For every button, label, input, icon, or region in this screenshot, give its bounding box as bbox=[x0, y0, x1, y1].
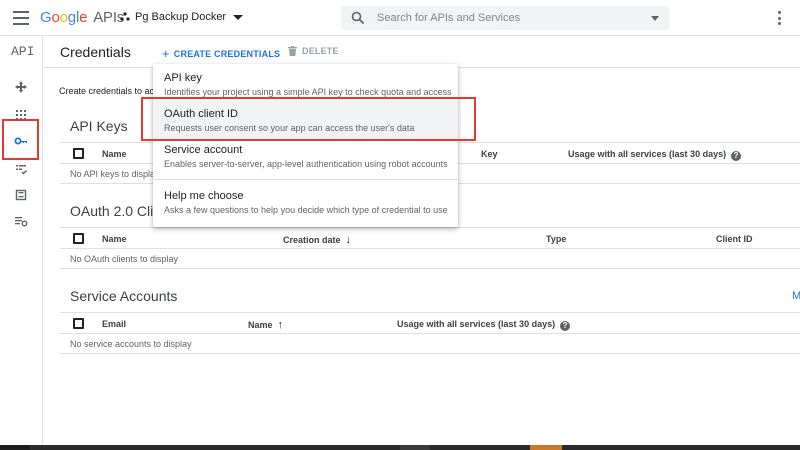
menu-item-desc: Requests user consent so your app can ac… bbox=[164, 123, 415, 133]
manage-service-accounts-link[interactable]: M bbox=[792, 290, 800, 302]
column-header-label: Usage with all services (last 30 days) bbox=[568, 149, 727, 159]
menu-item-title: API key bbox=[164, 72, 202, 84]
service-accounts-title: Service Accounts bbox=[70, 288, 178, 304]
column-header-label: Creation date bbox=[283, 235, 341, 245]
menu-item-oauth-client-id[interactable]: OAuth client ID Requests user consent so… bbox=[153, 100, 458, 140]
help-icon[interactable]: ? bbox=[731, 151, 742, 161]
more-vert-icon[interactable] bbox=[778, 11, 782, 25]
hamburger-icon[interactable] bbox=[13, 11, 29, 25]
column-header[interactable]: Usage with all services (last 30 days)? bbox=[568, 149, 742, 161]
delete-label: DELETE bbox=[302, 46, 339, 56]
domain-verification-icon[interactable] bbox=[14, 162, 28, 176]
create-credentials-label: CREATE CREDENTIALS bbox=[173, 48, 281, 59]
delete-button[interactable]: DELETE bbox=[288, 46, 339, 56]
select-all-checkbox[interactable] bbox=[73, 148, 84, 159]
select-all-checkbox[interactable] bbox=[73, 233, 84, 244]
empty-row: No OAuth clients to display bbox=[60, 249, 800, 269]
trash-icon bbox=[288, 46, 297, 56]
search-icon bbox=[351, 11, 365, 25]
plus-icon: + bbox=[162, 46, 170, 61]
menu-item-title: Service account bbox=[164, 144, 243, 156]
empty-row: No service accounts to display bbox=[60, 334, 800, 354]
oauth-title: OAuth 2.0 Clie bbox=[70, 203, 162, 219]
api-keys-title: API Keys bbox=[70, 118, 128, 134]
oauth-table-header: Name Creation date ↓ Type Client ID bbox=[60, 227, 800, 249]
column-header[interactable]: Client ID bbox=[716, 234, 753, 244]
top-app-bar: Google APIs Pg Backup Docker bbox=[0, 0, 800, 36]
dashboard-diamond-icon[interactable] bbox=[14, 80, 28, 94]
menu-item-title: OAuth client ID bbox=[164, 108, 238, 120]
column-header[interactable]: Usage with all services (last 30 days)? bbox=[397, 319, 571, 331]
column-header-label: Name bbox=[248, 320, 273, 330]
select-all-checkbox[interactable] bbox=[73, 318, 84, 329]
create-credentials-menu: API key Identifies your project using a … bbox=[153, 64, 458, 227]
menu-item-desc: Asks a few questions to help you decide … bbox=[164, 205, 448, 215]
create-credentials-button[interactable]: + CREATE CREDENTIALS bbox=[162, 46, 280, 61]
taskbar-segment bbox=[400, 445, 430, 450]
column-header[interactable]: Name bbox=[102, 149, 127, 159]
taskbar-segment bbox=[0, 445, 30, 450]
project-selector[interactable]: Pg Backup Docker bbox=[120, 11, 244, 23]
menu-item-desc: Enables server-to-server, app-level auth… bbox=[164, 159, 448, 169]
menu-item-help-me-choose[interactable]: Help me choose Asks a few questions to h… bbox=[153, 190, 458, 222]
search-bar[interactable] bbox=[341, 6, 669, 30]
bottom-taskbar bbox=[0, 445, 800, 450]
column-header[interactable]: Name bbox=[102, 234, 127, 244]
column-header[interactable]: Type bbox=[546, 234, 566, 244]
menu-divider bbox=[153, 179, 458, 180]
settings-list-icon[interactable] bbox=[14, 214, 28, 228]
arrow-down-icon: ↓ bbox=[345, 234, 352, 246]
taskbar-segment bbox=[530, 445, 562, 450]
left-nav: API bbox=[0, 36, 43, 446]
help-icon[interactable]: ? bbox=[560, 321, 571, 331]
google-apis-logo[interactable]: Google APIs bbox=[40, 9, 124, 26]
chevron-down-icon bbox=[233, 14, 244, 20]
project-dots-icon bbox=[120, 12, 130, 21]
service-accounts-table-header: Email Name ↑ Usage with all services (las… bbox=[60, 312, 800, 334]
page-title: Credentials bbox=[60, 44, 131, 60]
project-name: Pg Backup Docker bbox=[135, 11, 227, 23]
column-header[interactable]: Key bbox=[481, 149, 498, 159]
column-header[interactable]: Creation date ↓ bbox=[283, 234, 351, 246]
arrow-up-icon: ↑ bbox=[277, 319, 284, 331]
column-header-label: Usage with all services (last 30 days) bbox=[397, 319, 556, 329]
menu-item-service-account[interactable]: Service account Enables server-to-server… bbox=[153, 144, 458, 176]
intro-text: Create credentials to ac bbox=[59, 86, 155, 96]
search-input[interactable] bbox=[377, 12, 637, 24]
menu-item-title: Help me choose bbox=[164, 190, 244, 202]
consent-screen-icon[interactable] bbox=[14, 188, 28, 202]
search-dropdown-icon[interactable] bbox=[651, 16, 659, 21]
column-header[interactable]: Email bbox=[102, 319, 126, 329]
column-header[interactable]: Name ↑ bbox=[248, 319, 283, 331]
api-label: API bbox=[11, 44, 35, 59]
menu-item-desc: Identifies your project using a simple A… bbox=[164, 87, 452, 97]
key-icon-highlight-box bbox=[2, 119, 39, 160]
